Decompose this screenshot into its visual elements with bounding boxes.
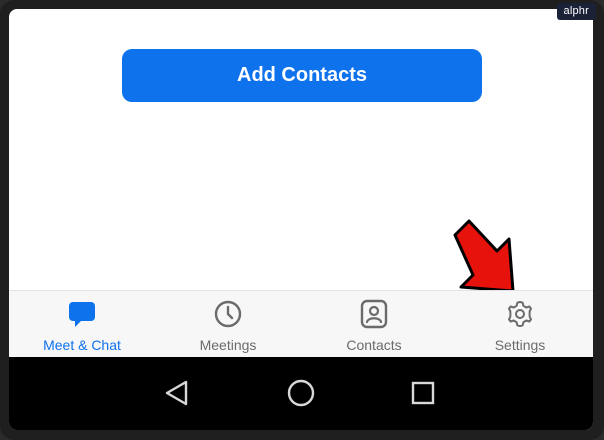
chat-bubble-icon [67,299,97,329]
pointer-arrow-icon [453,219,515,293]
tab-meetings[interactable]: Meetings [155,291,301,358]
gear-icon [505,299,535,329]
tab-contacts[interactable]: Contacts [301,291,447,358]
tab-settings[interactable]: Settings [447,291,593,358]
tab-label: Contacts [346,337,402,353]
alphr-watermark: alphr [556,3,596,20]
back-icon[interactable] [161,377,193,409]
system-navigation-bar [9,357,593,430]
recents-icon[interactable] [407,377,439,409]
tab-label: Meet & Chat [43,337,121,353]
tab-label: Settings [494,337,546,353]
home-icon[interactable] [285,377,317,409]
device-frame: Add Contacts Meet & Chat Meetings Contac… [0,0,604,440]
tab-label: Meetings [199,337,257,353]
clock-icon [213,299,243,329]
tab-meet-chat[interactable]: Meet & Chat [9,291,155,358]
bottom-nav: Meet & Chat Meetings Contacts Settings [9,290,593,358]
add-contacts-button[interactable]: Add Contacts [122,49,482,102]
contact-card-icon [359,299,389,329]
app-screen: Add Contacts Meet & Chat Meetings Contac… [9,9,593,430]
